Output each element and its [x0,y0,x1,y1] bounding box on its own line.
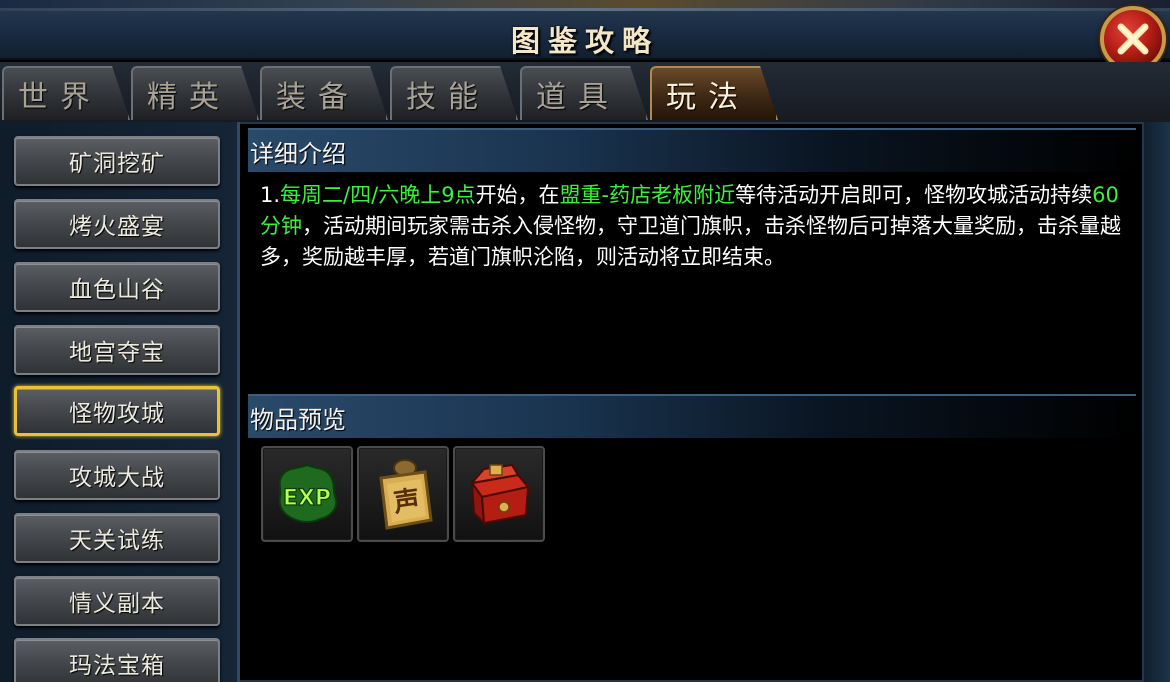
exp-icon-text: EXP [283,486,331,511]
tab-skills[interactable]: 技能 [390,66,518,120]
sidebar-item-label: 玛法宝箱 [69,653,165,679]
sidebar-item-palace-treasure[interactable]: 地宫夺宝 [14,325,220,375]
tab-elite[interactable]: 精英 [131,66,259,120]
tab-label: 装备 [276,80,360,115]
sidebar-item-label: 天关试练 [69,528,165,554]
sidebar: 矿洞挖矿 烤火盛宴 血色山谷 地宫夺宝 怪物攻城 攻城大战 天关试练 情义副本 … [0,122,240,682]
sidebar-item-label: 怪物攻城 [69,401,165,427]
right-frame-border [1144,122,1170,682]
tab-label: 精英 [147,80,231,115]
sidebar-item-mine-digging[interactable]: 矿洞挖矿 [14,136,220,186]
detail-section-header: 详细介绍 [248,128,1136,172]
close-icon [1117,23,1149,55]
item-slot-treasure-box[interactable] [453,446,545,542]
top-scenery-strip [0,0,1170,8]
desc-text: 1. [260,183,281,207]
exp-icon: EXP [278,463,338,523]
red-treasure-box-icon [469,463,530,526]
tab-label: 道具 [536,80,620,115]
tab-label: 玩法 [666,80,750,115]
sidebar-item-blood-valley[interactable]: 血色山谷 [14,262,220,312]
token-icon-text: 声 [392,485,422,518]
title-bar: 图鉴攻略 [0,8,1170,60]
preview-heading: 物品预览 [250,406,346,434]
tab-label: 技能 [406,80,490,115]
detail-description: 1.每周二/四/六晚上9点开始，在盟重-药店老板附近等待活动开启即可，怪物攻城活… [260,180,1122,273]
sidebar-item-siege-battle[interactable]: 攻城大战 [14,450,220,500]
item-slot-exp[interactable]: EXP [261,446,353,542]
sidebar-item-monster-siege[interactable]: 怪物攻城 [14,386,220,436]
reputation-token-icon: 声 [379,459,433,530]
sidebar-item-label: 矿洞挖矿 [69,151,165,177]
tab-world[interactable]: 世界 [2,66,130,120]
window-title: 图鉴攻略 [510,24,659,58]
desc-text: 等待活动开启即可，怪物攻城活动持续 [735,183,1093,207]
desc-highlight-location: 盟重-药店老板附近 [559,183,736,207]
sidebar-item-label: 地宫夺宝 [69,340,165,366]
sidebar-item-label: 攻城大战 [69,465,165,491]
sidebar-item-label: 情义副本 [69,591,165,617]
preview-section-header: 物品预览 [248,394,1136,438]
sidebar-item-bonfire-feast[interactable]: 烤火盛宴 [14,199,220,249]
detail-heading: 详细介绍 [250,140,346,168]
sidebar-item-sky-pass-trial[interactable]: 天关试练 [14,513,220,563]
tab-bar: 世界 精英 装备 技能 道具 玩法 [0,62,1170,122]
desc-text: 开始，在 [475,183,560,207]
desc-highlight-time: 每周二/四/六晚上9点 [280,183,476,207]
sidebar-item-mafa-chest[interactable]: 玛法宝箱 [14,638,220,682]
sidebar-item-loyalty-dungeon[interactable]: 情义副本 [14,576,220,626]
tab-equipment[interactable]: 装备 [260,66,388,120]
sidebar-item-label: 血色山谷 [69,277,165,303]
desc-text: ，活动期间玩家需击杀入侵怪物，守卫道门旗帜，击杀怪物后可掉落大量奖励，击杀量越多… [260,214,1121,269]
tab-label: 世界 [18,80,102,115]
sidebar-item-label: 烤火盛宴 [69,214,165,240]
item-slot-reputation-token[interactable]: 声 [357,446,449,542]
tab-items[interactable]: 道具 [520,66,648,120]
tab-gameplay[interactable]: 玩法 [650,66,778,120]
content-panel: 详细介绍 1.每周二/四/六晚上9点开始，在盟重-药店老板附近等待活动开启即可，… [240,122,1144,682]
